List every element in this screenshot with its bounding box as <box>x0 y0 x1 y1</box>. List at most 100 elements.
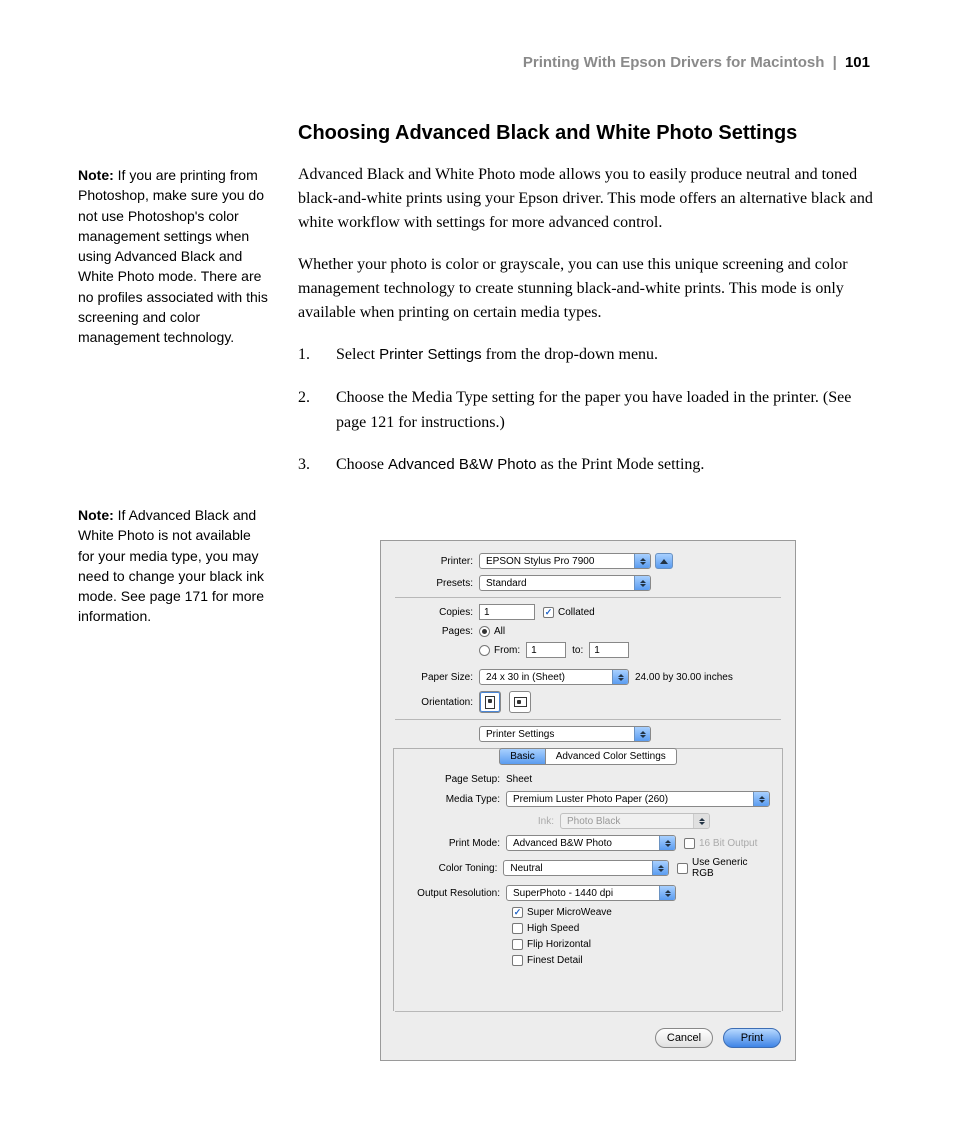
presets-label: Presets: <box>381 578 479 589</box>
page-setup-label: Page Setup: <box>394 774 506 785</box>
flip-horizontal-checkbox[interactable] <box>512 939 523 950</box>
header-title: Printing With Epson Drivers for Macintos… <box>523 54 825 71</box>
pages-from-radio[interactable] <box>479 645 490 656</box>
printer-label: Printer: <box>381 556 479 567</box>
select-value: 24 x 30 in (Sheet) <box>480 672 612 683</box>
select-value: Premium Luster Photo Paper (260) <box>507 794 753 805</box>
select-value: Neutral <box>504 863 652 874</box>
separator <box>395 1011 781 1012</box>
input-value: 1 <box>531 645 537 656</box>
chevron-icon <box>612 670 628 684</box>
page-header: Printing With Epson Drivers for Macintos… <box>523 54 870 71</box>
tab-basic[interactable]: Basic <box>499 748 545 765</box>
step-number: 2. <box>298 386 336 436</box>
page-setup-value: Sheet <box>506 774 532 785</box>
flip-horizontal-label: Flip Horizontal <box>527 939 591 950</box>
chevron-icon <box>659 886 675 900</box>
ui-term: Advanced B&W Photo <box>388 456 536 473</box>
use-generic-rgb-label: Use Generic RGB <box>692 857 770 879</box>
paragraph-1: Advanced Black and White Photo mode allo… <box>298 163 878 235</box>
separator <box>395 719 781 720</box>
section-select[interactable]: Printer Settings <box>479 726 651 742</box>
landscape-icon <box>514 697 527 707</box>
chevron-icon <box>634 727 650 741</box>
ink-select: Photo Black <box>560 813 710 829</box>
finest-detail-label: Finest Detail <box>527 955 583 966</box>
margin-note-2: Note: If Advanced Black and White Photo … <box>78 505 268 627</box>
cancel-button[interactable]: Cancel <box>655 1028 713 1048</box>
pages-from-input[interactable]: 1 <box>526 642 566 658</box>
note-text: If you are printing from Photoshop, make… <box>78 167 268 345</box>
note-label: Note: <box>78 167 114 183</box>
pages-to-label: to: <box>572 645 583 656</box>
select-value: EPSON Stylus Pro 7900 <box>480 556 634 567</box>
pages-to-input[interactable]: 1 <box>589 642 629 658</box>
step-text: as the Print Mode setting. <box>536 456 704 473</box>
step-number: 1. <box>298 343 336 368</box>
pages-from-label: From: <box>494 645 520 656</box>
output-resolution-select[interactable]: SuperPhoto - 1440 dpi <box>506 885 676 901</box>
input-value: 1 <box>484 607 490 618</box>
orientation-landscape-button[interactable] <box>509 691 531 713</box>
paper-size-label: Paper Size: <box>381 672 479 683</box>
printer-settings-panel: Basic Advanced Color Settings Page Setup… <box>393 748 783 1011</box>
portrait-icon <box>485 696 495 709</box>
use-generic-rgb-checkbox[interactable] <box>677 863 688 874</box>
note-label: Note: <box>78 507 114 523</box>
ui-term: Printer Settings <box>379 346 482 363</box>
paper-size-select[interactable]: 24 x 30 in (Sheet) <box>479 669 629 685</box>
media-type-select[interactable]: Premium Luster Photo Paper (260) <box>506 791 770 807</box>
sixteen-bit-checkbox <box>684 838 695 849</box>
finest-detail-checkbox[interactable] <box>512 955 523 966</box>
select-value: Printer Settings <box>480 729 634 740</box>
disclosure-button[interactable] <box>655 553 673 569</box>
step-2: 2. Choose the Media Type setting for the… <box>298 386 878 436</box>
color-toning-label: Color Toning: <box>394 863 503 874</box>
ink-label: Ink: <box>394 816 560 827</box>
button-label: Cancel <box>667 1032 701 1044</box>
chevron-icon <box>693 814 709 828</box>
chevron-icon <box>659 836 675 850</box>
step-3: 3. Choose Advanced B&W Photo as the Prin… <box>298 453 878 478</box>
chevron-icon <box>753 792 769 806</box>
super-microweave-checkbox[interactable] <box>512 907 523 918</box>
button-label: Print <box>741 1032 764 1044</box>
pages-all-radio[interactable] <box>479 626 490 637</box>
note-text: If Advanced Black and White Photo is not… <box>78 507 264 624</box>
step-text: Choose <box>336 456 388 473</box>
step-text: Choose the Media Type setting for the pa… <box>336 386 878 436</box>
color-toning-select[interactable]: Neutral <box>503 860 669 876</box>
print-mode-label: Print Mode: <box>394 838 506 849</box>
print-mode-select[interactable]: Advanced B&W Photo <box>506 835 676 851</box>
chevron-icon <box>634 576 650 590</box>
select-value: SuperPhoto - 1440 dpi <box>507 888 659 899</box>
paragraph-2: Whether your photo is color or grayscale… <box>298 253 878 325</box>
step-text: from the drop-down menu. <box>482 346 658 363</box>
high-speed-label: High Speed <box>527 923 579 934</box>
orientation-label: Orientation: <box>381 697 479 708</box>
step-text: Select <box>336 346 379 363</box>
header-separator: | <box>833 54 837 71</box>
orientation-portrait-button[interactable] <box>479 691 501 713</box>
step-number: 3. <box>298 453 336 478</box>
margin-note-1: Note: If you are printing from Photoshop… <box>78 165 268 348</box>
select-value: Photo Black <box>561 816 693 827</box>
printer-select[interactable]: EPSON Stylus Pro 7900 <box>479 553 651 569</box>
input-value: 1 <box>594 645 600 656</box>
presets-select[interactable]: Standard <box>479 575 651 591</box>
pages-all-label: All <box>494 626 505 637</box>
super-microweave-label: Super MicroWeave <box>527 907 612 918</box>
high-speed-checkbox[interactable] <box>512 923 523 934</box>
collated-checkbox[interactable] <box>543 607 554 618</box>
tab-advanced-color[interactable]: Advanced Color Settings <box>546 748 677 765</box>
print-button[interactable]: Print <box>723 1028 781 1048</box>
pages-label: Pages: <box>381 626 479 637</box>
page-number: 101 <box>845 54 870 71</box>
select-value: Standard <box>480 578 634 589</box>
copies-input[interactable]: 1 <box>479 604 535 620</box>
sixteen-bit-label: 16 Bit Output <box>699 838 757 849</box>
paper-size-note: 24.00 by 30.00 inches <box>635 672 733 683</box>
copies-label: Copies: <box>381 607 479 618</box>
print-dialog: Printer: EPSON Stylus Pro 7900 Presets: … <box>380 540 796 1061</box>
step-1: 1. Select Printer Settings from the drop… <box>298 343 878 368</box>
